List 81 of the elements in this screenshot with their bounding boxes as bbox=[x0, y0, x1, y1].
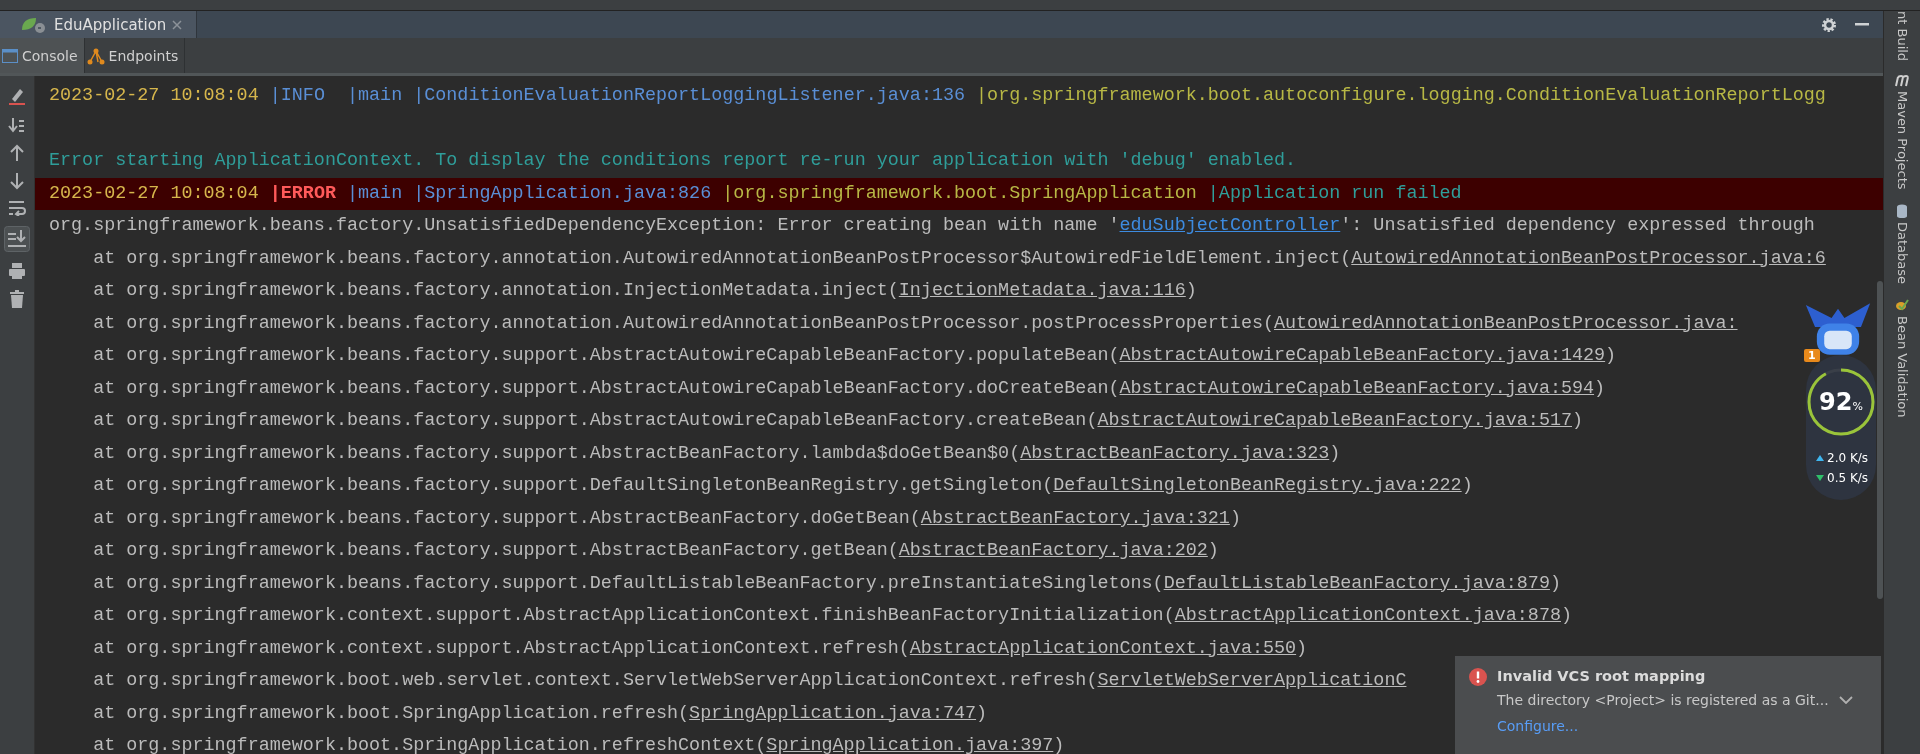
stack-frame: at org.springframework.beans.factory.support.AbstractAutowireCapableBeanFactory.doCreateBean(AbstractAutowireCapableBeanFactory.java:594) bbox=[93, 377, 1606, 399]
notification-text: The directory <Project> is registered as a Git... bbox=[1497, 692, 1829, 708]
trash-icon[interactable] bbox=[9, 290, 25, 308]
stack-frame: at org.springframework.beans.factory.annotation.AutowiredAnnotationBeanPostProcessor.postProcessProperties(AutowiredAnnotationBeanPostProcessor.java: bbox=[93, 312, 1738, 334]
bean-icon bbox=[1895, 297, 1909, 312]
download-icon bbox=[1816, 475, 1824, 481]
settings-icon[interactable] bbox=[1821, 16, 1837, 33]
upload-speed: 2.0 K/s bbox=[1827, 451, 1869, 465]
stack-frame: at org.springframework.beans.factory.annotation.InjectionMetadata.inject(InjectionMetadata.java:116) bbox=[93, 280, 1197, 301]
scroll-to-end-icon[interactable] bbox=[4, 226, 30, 252]
side-panel-tab[interactable]: Bean Validation bbox=[1894, 315, 1910, 418]
stack-frame: at org.springframework.context.support.AbstractApplicationContext.refresh(AbstractApplicationContext.java:550) bbox=[93, 637, 1308, 659]
leaf-icon bbox=[20, 15, 48, 34]
up-arrow-icon[interactable] bbox=[9, 144, 25, 162]
download-speed: 0.5 K/s bbox=[1827, 471, 1869, 485]
stack-frame: at org.springframework.beans.factory.support.AbstractBeanFactory.lambda$doGetBean$0(AbstractBeanFactory.java:323) bbox=[93, 442, 1341, 464]
stack-frame: at org.springframework.boot.SpringApplication.refreshContext(SpringApplication.java:397) bbox=[93, 735, 1065, 754]
source-link[interactable]: AutowiredAnnotationBeanPostProcessor.java: bbox=[1274, 312, 1738, 334]
error-icon bbox=[1469, 668, 1487, 686]
source-link[interactable]: DefaultListableBeanFactory.java:879 bbox=[1163, 572, 1550, 594]
logger-name: |org.springframework.boot.autoconfigure.logging.ConditionEvaluationReportLogg bbox=[976, 85, 1826, 106]
print-icon[interactable] bbox=[8, 262, 26, 280]
source-location: |SpringApplication.java:826 bbox=[413, 182, 713, 204]
exception-message: org.springframework.beans.factory.UnsatisfiedDependencyException: Error creating bean with name 'eduSubjectController': Unsatisfied dependency expressed through bbox=[49, 215, 1815, 236]
source-link[interactable]: AbstractApplicationContext.java:878 bbox=[1174, 605, 1561, 626]
log-timestamp: 2023-02-27 10:08:04 bbox=[49, 182, 260, 204]
source-link[interactable]: ServletWebServerApplicationC bbox=[1097, 670, 1407, 691]
stack-frame: at org.springframework.beans.factory.support.AbstractBeanFactory.doGetBean(AbstractBeanFactory.java:321) bbox=[93, 507, 1241, 529]
stack-frame: at org.springframework.beans.factory.support.AbstractAutowireCapableBeanFactory.populateBean(AbstractAutowireCapableBeanFactory.java:1429) bbox=[93, 345, 1617, 366]
sort-down-icon[interactable] bbox=[8, 116, 26, 134]
stack-frame: at org.springframework.beans.factory.support.AbstractBeanFactory.getBean(AbstractBeanFactory.java:202) bbox=[93, 540, 1219, 561]
tool-tab[interactable]: Console bbox=[0, 38, 85, 73]
thread-name: |main bbox=[347, 85, 404, 106]
tab-title: EduApplication bbox=[54, 15, 167, 34]
stack-frame: at org.springframework.beans.factory.support.AbstractAutowireCapableBeanFactory.createBean(AbstractAutowireCapableBeanFactory.java:517) bbox=[93, 410, 1584, 431]
source-location: |ConditionEvaluationReportLoggingListener.java:136 bbox=[413, 85, 967, 106]
logger-name: |org.springframework.boot.SpringApplication bbox=[722, 182, 1198, 204]
source-link[interactable]: AutowiredAnnotationBeanPostProcessor.java:6 bbox=[1351, 247, 1826, 269]
source-link[interactable]: AbstractApplicationContext.java:550 bbox=[909, 637, 1297, 659]
stack-frame: at org.springframework.context.support.AbstractApplicationContext.finishBeanFactoryInitialization(AbstractApplicationContext.java:878) bbox=[93, 605, 1572, 626]
error-message: Error starting ApplicationContext. To display the conditions report re-run your application with 'debug' enabled. bbox=[49, 150, 1297, 171]
side-panel-tab[interactable]: Maven Projects bbox=[1894, 91, 1910, 190]
pencil-icon[interactable] bbox=[8, 86, 26, 106]
source-link[interactable]: SpringApplication.java:397 bbox=[766, 735, 1054, 754]
stack-frame: at org.springframework.beans.factory.support.DefaultSingletonBeanRegistry.getSingleton(DefaultSingletonBeanRegistry.java:222) bbox=[93, 475, 1473, 496]
stack-frame: at org.springframework.boot.SpringApplication.refresh(SpringApplication.java:747) bbox=[93, 702, 988, 724]
log-level: |ERROR bbox=[269, 182, 337, 204]
log-level: |INFO bbox=[269, 85, 326, 106]
scrollbar[interactable] bbox=[1877, 281, 1883, 599]
log-timestamp: 2023-02-27 10:08:04 bbox=[49, 85, 260, 106]
usage-percent: 92% bbox=[1818, 388, 1864, 416]
stack-frame: at org.springframework.beans.factory.annotation.AutowiredAnnotationBeanPostProcessor$AutowiredFieldElement.inject(AutowiredAnnotationBeanPostProcessor.java:6 bbox=[93, 247, 1826, 269]
database-icon bbox=[1896, 203, 1908, 218]
wrap-icon[interactable] bbox=[8, 200, 26, 216]
run-tab[interactable]: EduApplication bbox=[0, 11, 198, 38]
source-link[interactable]: InjectionMetadata.java:116 bbox=[898, 280, 1186, 301]
usage-ring bbox=[1806, 367, 1876, 437]
source-link[interactable]: SpringApplication.java:747 bbox=[689, 702, 977, 724]
source-link[interactable]: AbstractAutowireCapableBeanFactory.java:1429 bbox=[1119, 345, 1606, 366]
source-link[interactable]: AbstractBeanFactory.java:202 bbox=[898, 540, 1208, 561]
console-icon bbox=[2, 48, 18, 63]
maven-icon bbox=[1894, 75, 1910, 88]
stack-frame: at org.springframework.boot.web.servlet.context.ServletWebServerApplicationContext.refresh(ServletWebServerApplicationC bbox=[93, 670, 1407, 691]
thread-name: |main bbox=[347, 182, 404, 204]
side-panel-tab[interactable]: Database bbox=[1894, 221, 1910, 284]
tool-tab[interactable]: Endpoints bbox=[84, 38, 186, 73]
side-panel-tab[interactable]: nt Build bbox=[1894, 11, 1910, 62]
source-link[interactable]: DefaultSingletonBeanRegistry.java:222 bbox=[1053, 475, 1462, 496]
network-icon bbox=[86, 46, 105, 65]
source-link[interactable]: AbstractBeanFactory.java:321 bbox=[920, 507, 1230, 529]
source-link[interactable]: AbstractAutowireCapableBeanFactory.java:594 bbox=[1119, 377, 1595, 399]
log-message: |Application run failed bbox=[1207, 182, 1462, 204]
stack-frame: at org.springframework.beans.factory.support.DefaultListableBeanFactory.preInstantiateSingletons(DefaultListableBeanFactory.java:879) bbox=[93, 572, 1561, 594]
bean-link[interactable]: eduSubjectController bbox=[1119, 215, 1341, 236]
notification-count: 1 bbox=[1804, 349, 1820, 362]
notification-title: Invalid VCS root mapping bbox=[1497, 668, 1707, 684]
down-arrow-icon[interactable] bbox=[9, 172, 25, 190]
chevron-down-icon[interactable] bbox=[1838, 696, 1853, 704]
upload-icon bbox=[1816, 455, 1824, 461]
source-link[interactable]: AbstractAutowireCapableBeanFactory.java:517 bbox=[1097, 410, 1572, 431]
source-link[interactable]: AbstractBeanFactory.java:323 bbox=[1020, 442, 1330, 464]
